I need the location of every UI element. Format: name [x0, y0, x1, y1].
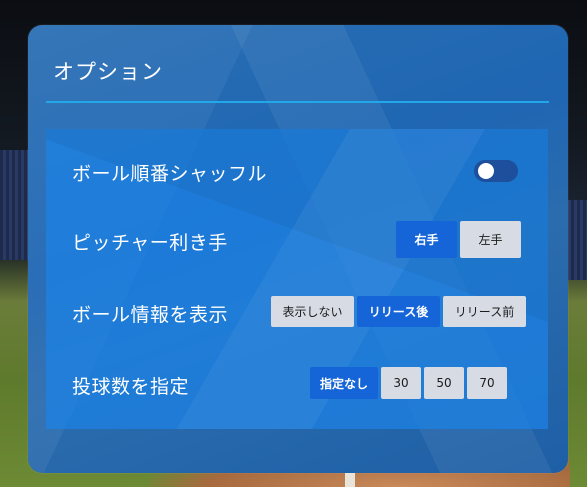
title-divider: [46, 101, 549, 103]
shuffle-toggle[interactable]: [474, 160, 518, 182]
handedness-selector: 右手 左手: [396, 221, 521, 258]
ball-info-hide-button[interactable]: 表示しない: [271, 296, 354, 327]
toggle-knob: [478, 163, 494, 179]
options-list: ボール順番シャッフル ピッチャー利き手 右手 左手 ボール情報を表示 表示しない…: [46, 129, 548, 429]
ball-info-label: ボール情報を表示: [72, 304, 229, 326]
pitch-count-30-button[interactable]: 30: [381, 367, 421, 399]
pitch-count-selector: 指定なし 30 50 70: [310, 367, 507, 399]
ball-info-after-release-button[interactable]: リリース後: [357, 296, 440, 327]
game-scene: オプション ボール順番シャッフル ピッチャー利き手 右手 左手 ボール情報を表示…: [0, 0, 587, 487]
pitch-count-label: 投球数を指定: [72, 376, 190, 398]
left-hand-button[interactable]: 左手: [460, 221, 521, 258]
pitch-count-none-button[interactable]: 指定なし: [310, 367, 378, 399]
ball-info-before-release-button[interactable]: リリース前: [443, 296, 526, 327]
ball-info-selector: 表示しない リリース後 リリース前: [271, 296, 526, 327]
handedness-label: ピッチャー利き手: [72, 232, 228, 254]
panel-title: オプション: [53, 60, 163, 84]
shuffle-label: ボール順番シャッフル: [72, 163, 268, 185]
stadium-stands: [565, 200, 587, 280]
right-hand-button[interactable]: 右手: [396, 221, 457, 258]
pitch-count-70-button[interactable]: 70: [467, 367, 507, 399]
pitch-count-50-button[interactable]: 50: [424, 367, 464, 399]
options-panel: オプション ボール順番シャッフル ピッチャー利き手 右手 左手 ボール情報を表示…: [28, 25, 568, 473]
